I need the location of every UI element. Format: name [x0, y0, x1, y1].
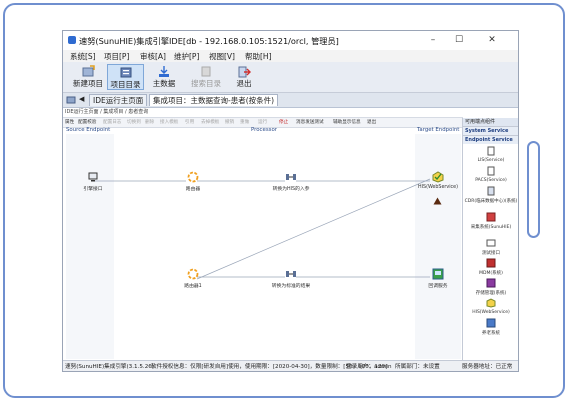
- router-node-1-label: 路由器: [185, 187, 201, 192]
- scrollbar-thumb[interactable]: [527, 141, 540, 238]
- palette-item-lis-label: LIS(Service): [477, 158, 505, 163]
- palette-item-cdr-label: CDR(临床数据中心)(系统): [464, 199, 518, 204]
- palette-item-mdm[interactable]: MDM(系统): [463, 258, 518, 276]
- elderly-system-icon: [486, 318, 496, 328]
- endpoint-palette: 可用端点组件 System Service Endpoint Service L…: [462, 118, 518, 360]
- target-node-callback[interactable]: 回调服务: [415, 268, 461, 289]
- palette-item-test[interactable]: 测试接口: [463, 238, 518, 256]
- palette-item-lis[interactable]: LIS(Service): [463, 146, 518, 163]
- palette-item-elderly-label: 养老系统: [482, 331, 500, 336]
- status-server: 服务器地址：已正常: [462, 364, 513, 370]
- router-icon: [187, 171, 199, 183]
- router-node-2[interactable]: 路由器1: [173, 268, 213, 289]
- palette-item-elderly[interactable]: 养老系统: [463, 318, 518, 336]
- palette-item-mdm-label: MDM(系统): [479, 271, 503, 276]
- document-icon: [487, 146, 495, 156]
- status-bar: 速努(SunuHIE)集成引擎(3.1.5.26) 软件授权信息：仅限[研发自用…: [63, 360, 518, 371]
- app-window: 速努(SunuHIE)集成引擎IDE[db - 192.168.0.105:15…: [62, 30, 519, 372]
- palette-item-cdr[interactable]: CDR(临床数据中心)(系统): [463, 186, 518, 204]
- transform-node-1[interactable]: 转换为HIS的入参: [263, 171, 319, 192]
- palette-section-endpoint[interactable]: Endpoint Service: [463, 135, 518, 144]
- router-node-1[interactable]: 路由器: [173, 171, 213, 192]
- webservice-icon: [432, 171, 444, 183]
- palette-item-collection-label: 采集系统(SunuHIE): [470, 225, 512, 230]
- source-endpoint-label: 引擎接口: [83, 187, 103, 192]
- transform-node-2-label: 转换为标准的结果: [271, 284, 311, 289]
- palette-item-pacs-label: PACS(Service): [475, 178, 507, 183]
- palette-item-test-label: 测试接口: [482, 251, 500, 256]
- router-icon: [187, 268, 199, 280]
- router-node-2-label: 路由器1: [184, 284, 202, 289]
- test-interface-icon: [486, 239, 496, 247]
- palette-item-storage-label: 存储管理(系统): [475, 291, 507, 296]
- palette-item-his[interactable]: HIS(WebService): [463, 298, 518, 315]
- palette-item-storage[interactable]: 存储管理(系统): [463, 278, 518, 296]
- palette-section-system[interactable]: System Service: [463, 126, 518, 135]
- transform-icon: [286, 174, 296, 180]
- transform-node-2[interactable]: 转换为标准的结果: [263, 268, 319, 289]
- target-node-callback-label: 回调服务: [428, 284, 448, 289]
- palette-header: 可用端点组件: [463, 118, 518, 126]
- alert-icon: [433, 197, 442, 205]
- target-node-his-label: HIS(WebService): [418, 185, 458, 190]
- webservice-icon: [486, 298, 496, 308]
- storage-icon: [486, 278, 496, 288]
- collection-system-icon: [486, 212, 496, 222]
- status-user: 登录用户：admin: [346, 364, 392, 370]
- transform-icon: [286, 271, 296, 277]
- palette-item-collection[interactable]: 采集系统(SunuHIE): [463, 212, 518, 230]
- document-icon: [487, 166, 495, 176]
- status-product: 速努(SunuHIE)集成引擎(3.1.5.26): [65, 364, 154, 370]
- callback-service-icon: [432, 268, 444, 280]
- palette-item-pacs[interactable]: PACS(Service): [463, 166, 518, 183]
- palette-item-his-label: HIS(WebService): [472, 310, 510, 315]
- status-department: 所属部门：未设置: [395, 364, 440, 370]
- source-endpoint-node[interactable]: 引擎接口: [73, 171, 113, 192]
- database-icon: [487, 186, 495, 196]
- transform-node-1-label: 转换为HIS的入参: [272, 187, 310, 192]
- target-node-his[interactable]: HIS(WebService): [415, 171, 461, 190]
- flow-connections: [94, 178, 431, 280]
- computer-icon: [88, 172, 98, 182]
- mdm-icon: [486, 258, 496, 268]
